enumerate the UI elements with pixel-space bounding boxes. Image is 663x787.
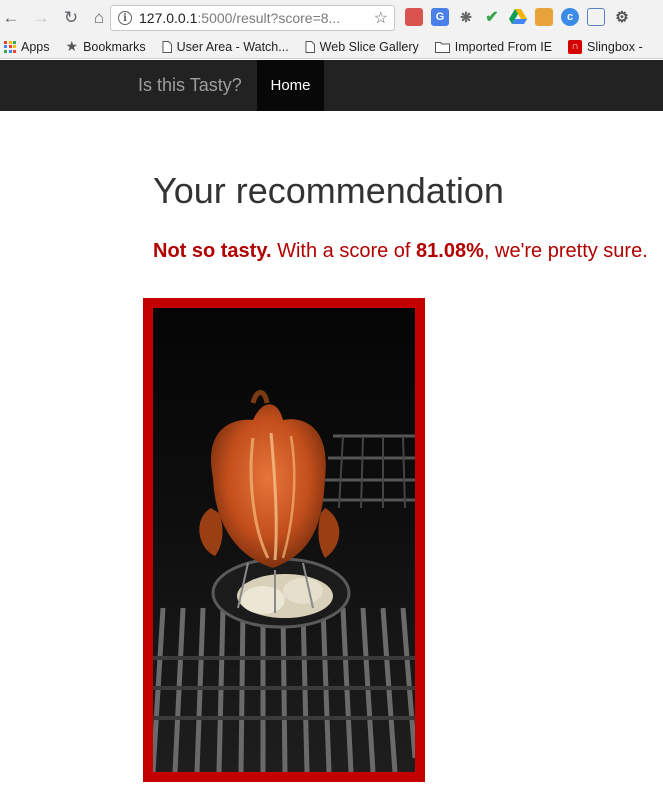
- extension-drive-icon[interactable]: [509, 8, 527, 26]
- navbar-brand[interactable]: Is this Tasty?: [138, 75, 242, 96]
- bookmarks-bar: Apps ★ Bookmarks User Area - Watch... We…: [0, 35, 663, 59]
- extension-c-icon[interactable]: c: [561, 8, 579, 26]
- extension-maps-icon[interactable]: [535, 8, 553, 26]
- bookmark-label: Bookmarks: [83, 39, 146, 54]
- bookmark-user-area[interactable]: User Area - Watch...: [162, 40, 289, 54]
- address-bar[interactable]: i 127.0.0.1:5000/result?score=8... ☆: [110, 5, 395, 31]
- extension-check-icon[interactable]: ✔: [483, 8, 501, 26]
- settings-gear-icon[interactable]: ⚙: [613, 8, 631, 26]
- star-icon: ★: [65, 38, 79, 54]
- nav-home-link[interactable]: Home: [257, 60, 324, 111]
- photo-illustration: [153, 308, 415, 772]
- extension-screen-icon[interactable]: [587, 8, 605, 26]
- verdict-label: Not so tasty.: [153, 240, 272, 262]
- home-icon[interactable]: ⌂: [88, 7, 110, 29]
- bookmark-web-slice-gallery[interactable]: Web Slice Gallery: [305, 40, 419, 54]
- verdict-text-before-score: With a score of: [271, 240, 417, 262]
- extension-icons: G ❋ ✔ c ⚙: [405, 8, 631, 26]
- uploaded-photo-frame: [143, 298, 425, 782]
- bookmark-label: Apps: [21, 39, 50, 54]
- bookmark-apps[interactable]: Apps: [0, 40, 50, 54]
- verdict-text-after-score: , we're pretty sure.: [483, 240, 648, 262]
- bookmark-label: Slingbox -: [587, 39, 643, 54]
- bookmark-label: Web Slice Gallery: [319, 39, 419, 54]
- bookmark-label: Imported From IE: [454, 39, 553, 54]
- back-arrow-icon[interactable]: ←: [0, 7, 22, 29]
- site-navbar: Is this Tasty? Home: [0, 60, 663, 111]
- slingbox-icon: ∩: [568, 39, 583, 54]
- extension-translate-icon[interactable]: G: [431, 8, 449, 26]
- score-value: 81.08%: [416, 240, 484, 262]
- page-title: Your recommendation: [153, 170, 504, 211]
- bookmark-bookmarks[interactable]: ★ Bookmarks: [66, 38, 146, 55]
- bookmark-slingbox[interactable]: ∩ Slingbox -: [568, 39, 643, 54]
- apps-grid-icon: [0, 40, 16, 53]
- page-icon: [162, 40, 172, 53]
- info-icon[interactable]: i: [118, 11, 132, 25]
- url-host: 127.0.0.1: [139, 10, 198, 26]
- bookmark-label: User Area - Watch...: [176, 39, 289, 54]
- bookmark-imported-from-ie[interactable]: Imported From IE: [434, 39, 553, 54]
- recommendation-text: Not so tasty. With a score of 81.08%, we…: [153, 240, 648, 263]
- forward-arrow-icon[interactable]: →: [30, 7, 52, 29]
- reload-icon[interactable]: ↻: [60, 7, 82, 29]
- url-path: :5000/result?score=8...: [197, 10, 341, 26]
- bookmark-star-icon[interactable]: ☆: [374, 8, 388, 28]
- page-icon: [305, 40, 315, 53]
- folder-icon: [434, 41, 450, 53]
- extension-book-icon[interactable]: [405, 8, 423, 26]
- browser-toolbar: ← → ↻ ⌂ i 127.0.0.1:5000/result?score=8.…: [0, 0, 663, 35]
- extension-bug-icon[interactable]: ❋: [457, 8, 475, 26]
- uploaded-food-photo: [153, 308, 415, 772]
